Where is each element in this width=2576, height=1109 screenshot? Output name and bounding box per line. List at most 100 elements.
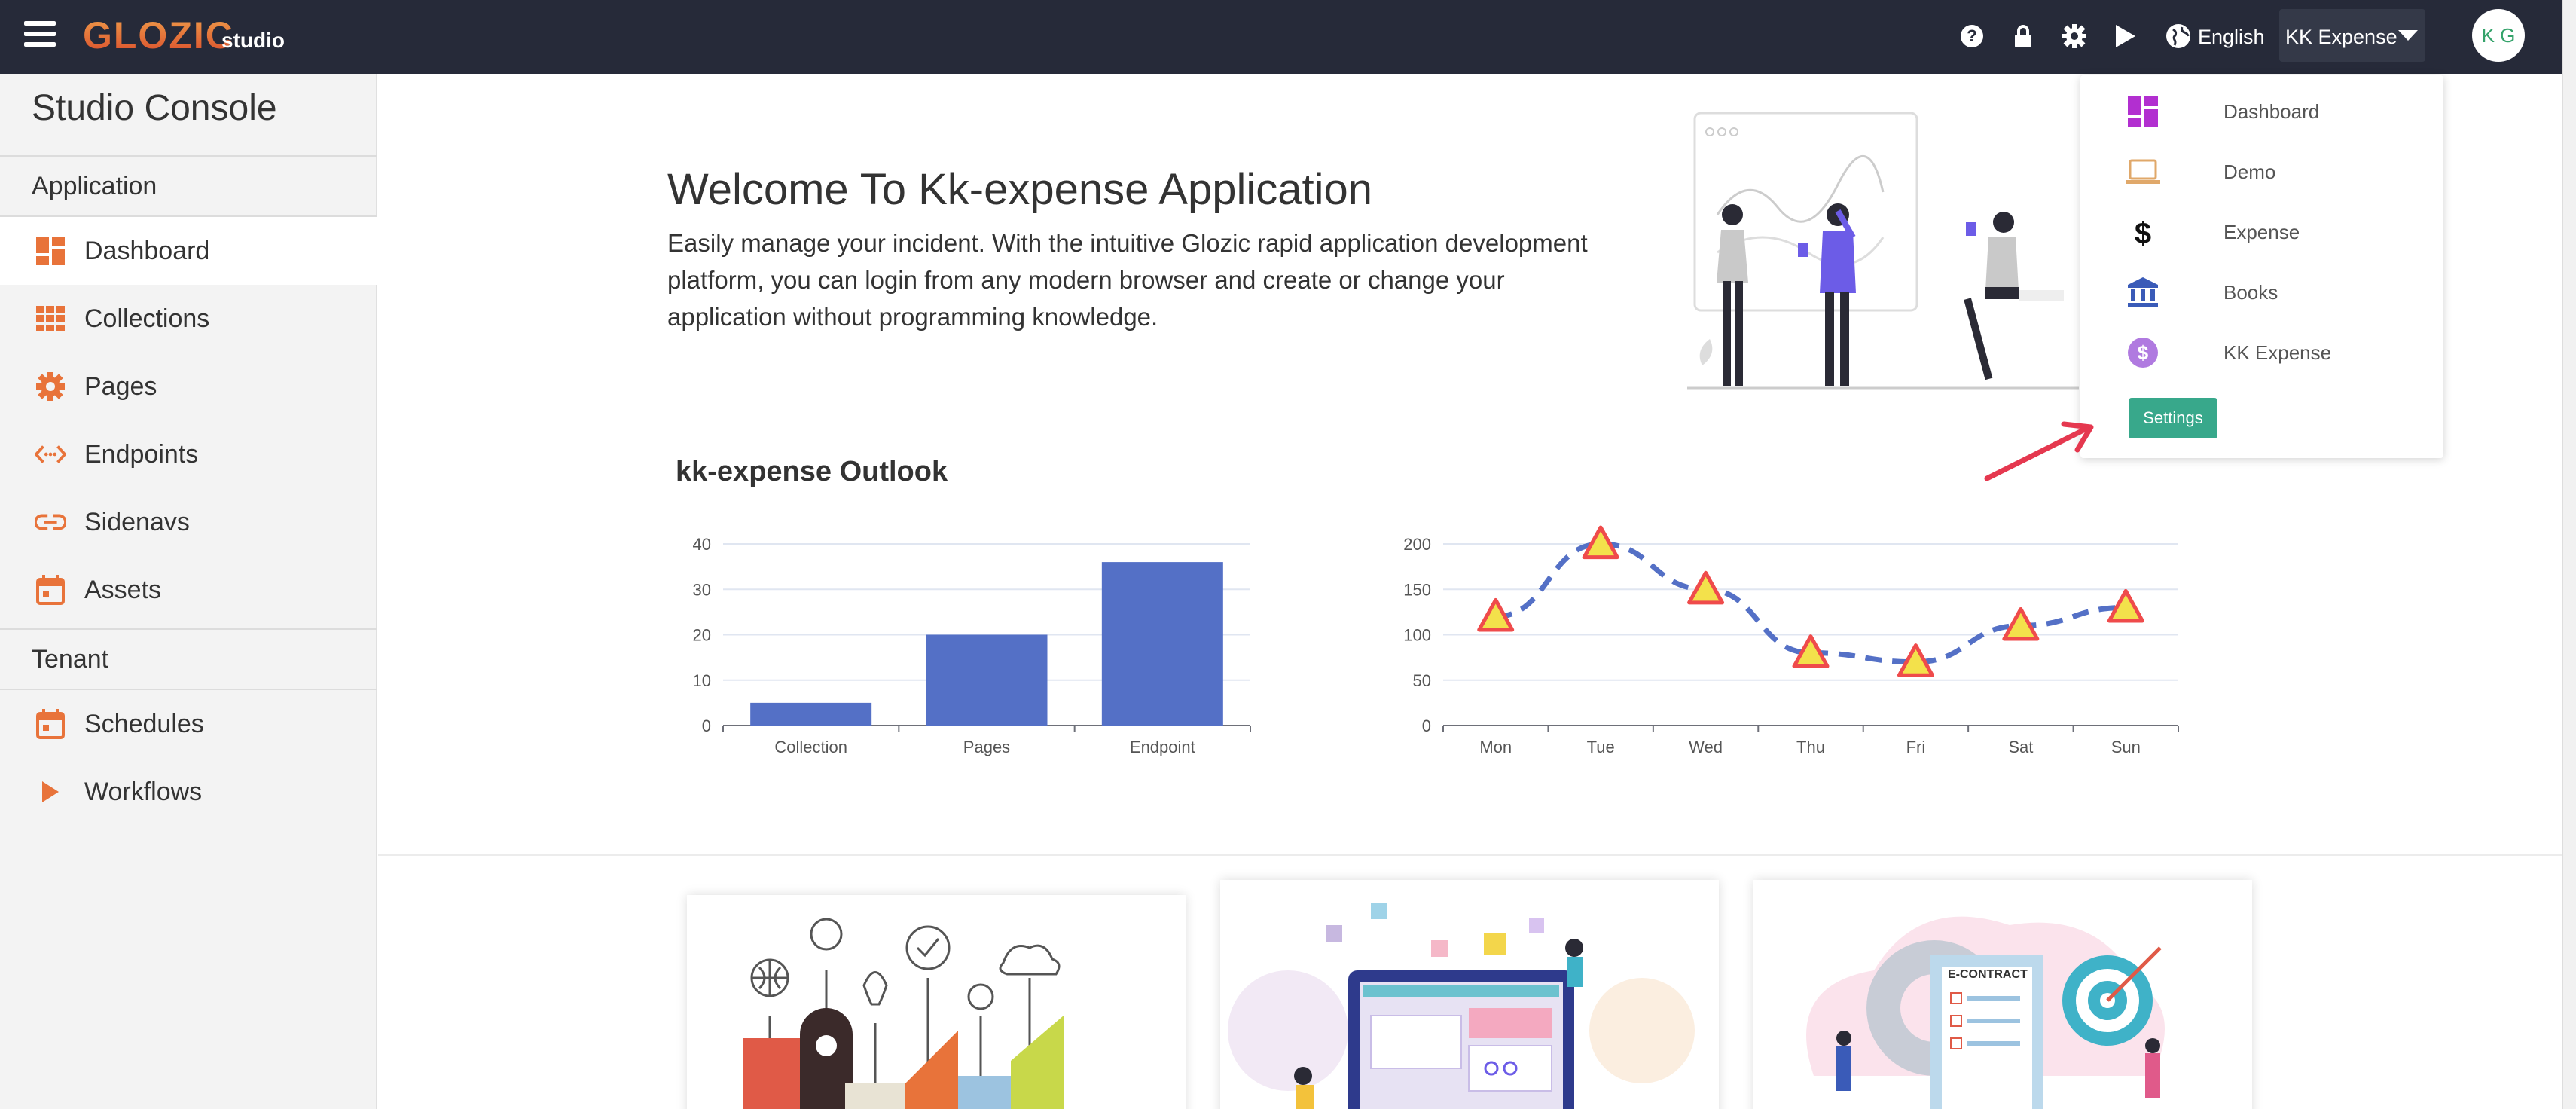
play-icon bbox=[35, 776, 66, 808]
sidebar-item-dashboard[interactable]: Dashboard bbox=[0, 217, 377, 285]
contract-illustration: E-CONTRACT bbox=[1806, 916, 2165, 1109]
language-label[interactable]: English bbox=[2198, 26, 2265, 49]
dollar-icon: $ bbox=[2126, 215, 2160, 249]
sidebar-item-label: Schedules bbox=[84, 709, 204, 738]
dollar-circle-icon: $ bbox=[2126, 335, 2160, 370]
app-selector[interactable]: KK Expense bbox=[2279, 9, 2425, 62]
menu-icon[interactable] bbox=[24, 21, 56, 48]
line-chart: 0 50 100 150 200 Mon Tue Wed Thu Fri Sat Sun bbox=[1403, 525, 2179, 756]
gear-icon bbox=[35, 371, 66, 402]
scrollbar[interactable] bbox=[2562, 0, 2576, 1109]
welcome-description: Easily manage your incident. With the in… bbox=[667, 229, 1588, 331]
logo-subtitle: studio bbox=[221, 29, 285, 52]
console-title: Studio Console bbox=[32, 88, 277, 128]
section-label: Application bbox=[32, 172, 157, 200]
section-application: Application bbox=[0, 155, 377, 217]
dropdown-item-label: KK Expense bbox=[2223, 341, 2332, 364]
y-tick-label: 20 bbox=[693, 626, 711, 645]
section-tenant: Tenant bbox=[0, 628, 377, 690]
code-icon bbox=[35, 438, 66, 470]
dropdown-item-label: Expense bbox=[2223, 220, 2300, 243]
x-tick-label: Thu bbox=[1796, 738, 1825, 756]
card-laptop-illustration[interactable] bbox=[1220, 880, 1719, 1109]
data-point bbox=[1687, 570, 1725, 605]
y-tick-label: 30 bbox=[693, 580, 711, 599]
city-illustration bbox=[743, 918, 1064, 1109]
outlook-title: kk-expense Outlook bbox=[676, 456, 948, 487]
y-tick-label: 0 bbox=[702, 716, 711, 735]
app-selector-label: KK Expense bbox=[2285, 26, 2397, 48]
contract-lettering: E-CONTRACT bbox=[1948, 968, 2028, 981]
y-tick-label: 200 bbox=[1403, 535, 1431, 554]
dashboard-icon bbox=[2126, 94, 2160, 129]
welcome-title: Welcome To Kk-expense Application bbox=[667, 165, 1373, 214]
x-tick-label: Pages bbox=[963, 738, 1010, 756]
dropdown-item-dashboard[interactable]: Dashboard bbox=[2126, 89, 2427, 134]
dropdown-item-expense[interactable]: $ Expense bbox=[2126, 209, 2427, 255]
sidebar-item-schedules[interactable]: Schedules bbox=[0, 690, 377, 758]
dropdown-item-kk-expense[interactable]: $ KK Expense bbox=[2126, 330, 2427, 375]
person-right-figure bbox=[1964, 212, 2064, 380]
y-tick-label: 150 bbox=[1403, 580, 1431, 599]
app-dropdown-menu: Dashboard Demo $ Expense Books $ KK Expe… bbox=[2080, 75, 2443, 458]
card-city-illustration[interactable] bbox=[687, 895, 1186, 1109]
y-tick-label: 0 bbox=[1422, 716, 1431, 735]
dropdown-item-label: Books bbox=[2223, 280, 2278, 304]
sidebar-item-label: Dashboard bbox=[84, 236, 210, 265]
settings-button[interactable]: Settings bbox=[2129, 398, 2217, 438]
link-icon bbox=[35, 506, 66, 538]
y-tick-label: 10 bbox=[693, 671, 711, 690]
x-tick-label: Endpoint bbox=[1130, 738, 1195, 756]
avatar[interactable]: K G bbox=[2472, 9, 2525, 62]
svg-text:?: ? bbox=[1967, 26, 1976, 45]
caret-down-icon bbox=[2398, 30, 2418, 41]
laptop-icon bbox=[2126, 154, 2160, 189]
x-tick-label: Sat bbox=[2008, 738, 2033, 756]
dropdown-item-label: Dashboard bbox=[2223, 99, 2320, 123]
card-contract-illustration[interactable]: E-CONTRACT bbox=[1753, 880, 2252, 1109]
grid-icon bbox=[35, 303, 66, 335]
calendar-icon bbox=[35, 574, 66, 606]
sidebar-item-endpoints[interactable]: Endpoints bbox=[0, 420, 377, 488]
y-tick-label: 40 bbox=[693, 535, 711, 554]
sidebar-item-assets[interactable]: Assets bbox=[0, 556, 377, 624]
gear-icon[interactable] bbox=[2061, 23, 2088, 50]
play-icon[interactable] bbox=[2112, 23, 2139, 50]
bar bbox=[926, 634, 1048, 726]
section-label: Tenant bbox=[32, 645, 109, 674]
dashboard-icon bbox=[35, 235, 66, 267]
section-divider bbox=[378, 854, 2562, 856]
dropdown-item-label: Demo bbox=[2223, 160, 2276, 183]
svg-text:$: $ bbox=[2138, 341, 2149, 364]
lock-icon[interactable] bbox=[2010, 23, 2037, 50]
hero-illustration bbox=[1687, 112, 2079, 390]
sidebar-item-label: Pages bbox=[84, 371, 157, 401]
dropdown-item-demo[interactable]: Demo bbox=[2126, 149, 2427, 194]
sidebar: Studio Console Application Dashboard Col… bbox=[0, 74, 377, 1109]
x-tick-label: Fri bbox=[1906, 738, 1926, 756]
x-tick-label: Mon bbox=[1479, 738, 1512, 756]
x-tick-label: Wed bbox=[1689, 738, 1723, 756]
sidebar-item-label: Assets bbox=[84, 575, 162, 604]
sidebar-item-label: Endpoints bbox=[84, 439, 199, 469]
x-tick-label: Sun bbox=[2111, 738, 2141, 756]
annotation-arrow bbox=[1984, 421, 2094, 481]
globe-icon[interactable] bbox=[2165, 23, 2192, 50]
help-icon[interactable]: ? bbox=[1958, 23, 1985, 50]
bar bbox=[750, 702, 872, 726]
top-bar: GLOZIC studio ? English KK Expense K G bbox=[0, 0, 2562, 74]
sidebar-item-collections[interactable]: Collections bbox=[0, 285, 377, 353]
svg-text:$: $ bbox=[2135, 217, 2151, 248]
x-tick-label: Tue bbox=[1587, 738, 1615, 756]
sidebar-item-sidenavs[interactable]: Sidenavs bbox=[0, 488, 377, 556]
sidebar-item-label: Collections bbox=[84, 304, 210, 333]
y-tick-label: 100 bbox=[1403, 626, 1431, 645]
bar bbox=[1101, 562, 1223, 726]
laptop-illustration bbox=[1228, 903, 1695, 1109]
y-tick-label: 50 bbox=[1413, 671, 1431, 690]
dropdown-item-books[interactable]: Books bbox=[2126, 270, 2427, 315]
sidebar-item-workflows[interactable]: Workflows bbox=[0, 758, 377, 826]
bank-icon bbox=[2126, 275, 2160, 310]
sidebar-item-pages[interactable]: Pages bbox=[0, 353, 377, 420]
x-tick-label: Collection bbox=[774, 738, 847, 756]
